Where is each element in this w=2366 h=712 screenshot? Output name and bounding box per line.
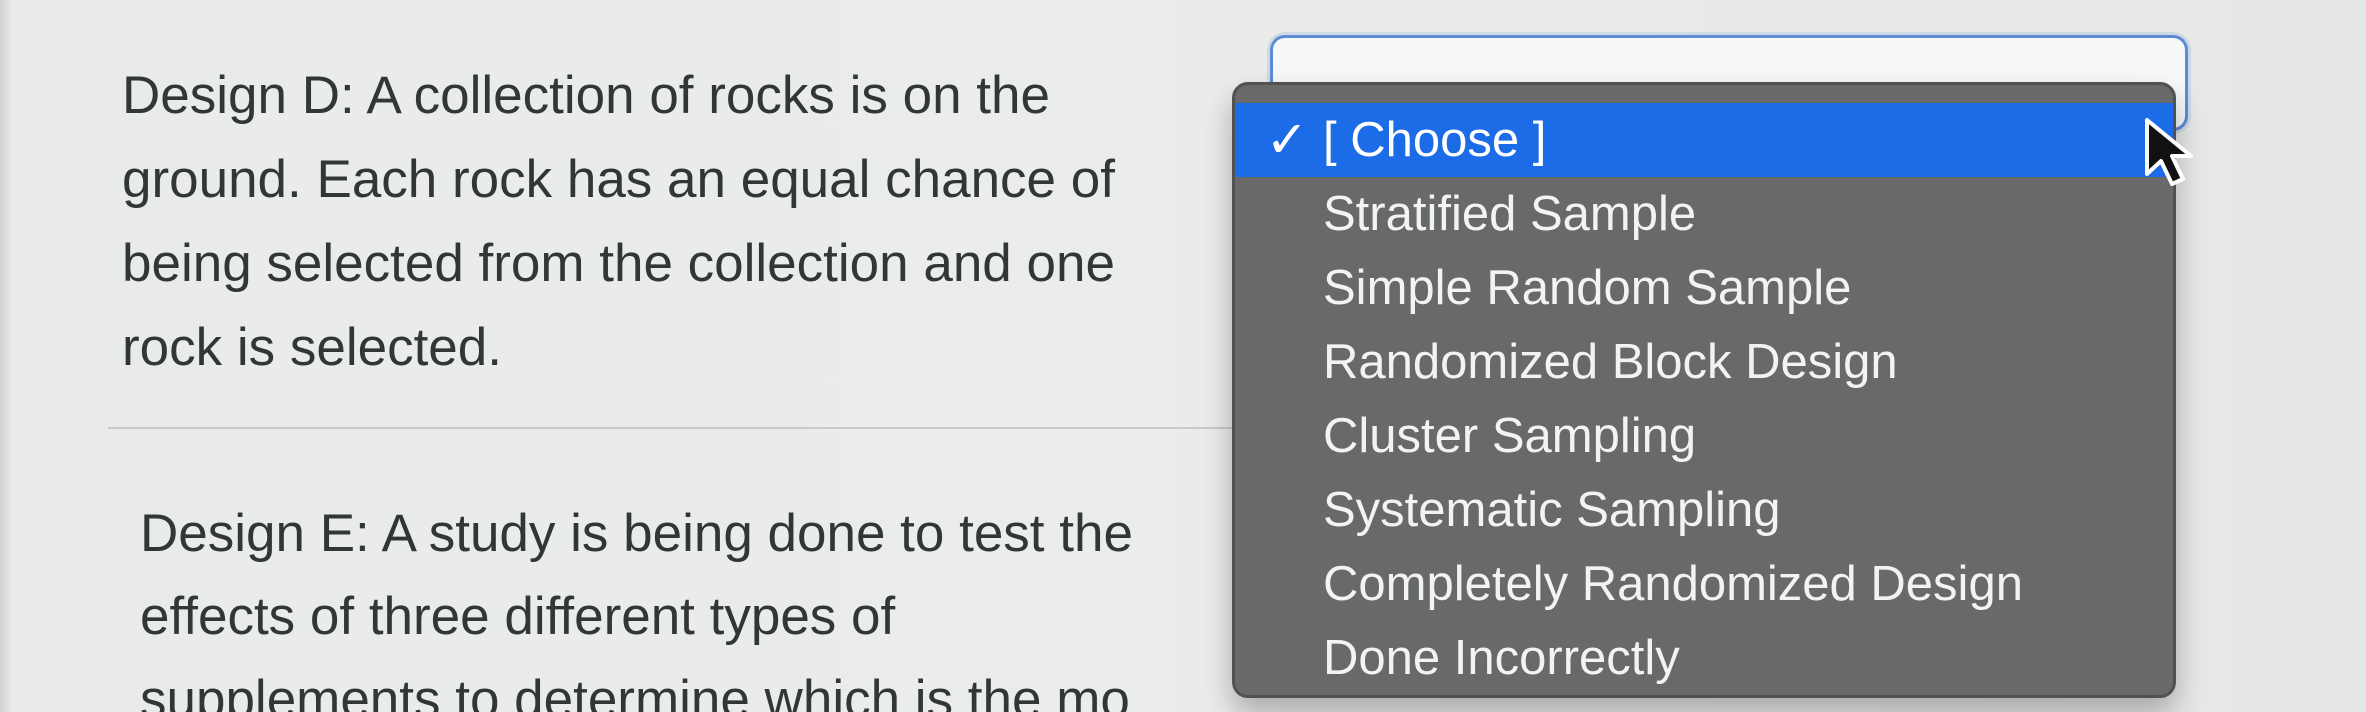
dropdown-option-label: Completely Randomized Design	[1323, 557, 2023, 611]
dropdown-option-completely-randomized-design[interactable]: Completely Randomized Design	[1235, 547, 2173, 621]
dropdown-option-stratified-sample[interactable]: Stratified Sample	[1235, 177, 2173, 251]
dropdown-option-choose[interactable]: ✓ [ Choose ]	[1235, 103, 2173, 177]
dropdown-option-label: [ Choose ]	[1323, 113, 1547, 167]
design-e-text-line-3: supplements to determine which is the mo	[140, 670, 1130, 712]
dropdown-option-label: Randomized Block Design	[1323, 335, 1898, 389]
dropdown-option-label: Simple Random Sample	[1323, 261, 1852, 315]
dropdown-option-label: Systematic Sampling	[1323, 483, 1781, 537]
dropdown-option-systematic-sampling[interactable]: Systematic Sampling	[1235, 473, 2173, 547]
question-divider	[108, 427, 1328, 429]
design-d-text-line-4: rock is selected.	[122, 318, 502, 377]
design-e-text-line-2: effects of three different types of	[140, 587, 896, 646]
screen: Design D: A collection of rocks is on th…	[0, 0, 2366, 712]
dropdown-option-label: Done Incorrectly	[1323, 631, 1680, 685]
dropdown-option-simple-random-sample[interactable]: Simple Random Sample	[1235, 251, 2173, 325]
design-d-text-line-2: ground. Each rock has an equal chance of	[122, 150, 1115, 209]
dropdown-option-done-incorrectly[interactable]: Done Incorrectly	[1235, 621, 2173, 695]
design-d-text-line-3: being selected from the collection and o…	[122, 234, 1115, 293]
checkmark-icon: ✓	[1265, 111, 1309, 168]
dropdown-option-cluster-sampling[interactable]: Cluster Sampling	[1235, 399, 2173, 473]
dropdown-option-randomized-block-design[interactable]: Randomized Block Design	[1235, 325, 2173, 399]
design-d-text-line-1: Design D: A collection of rocks is on th…	[122, 66, 1050, 125]
design-e-text-line-1: Design E: A study is being done to test …	[140, 504, 1133, 563]
mouse-pointer-icon	[2145, 118, 2193, 186]
answer-dropdown-menu[interactable]: ✓ [ Choose ] Stratified Sample Simple Ra…	[1232, 82, 2176, 698]
dropdown-option-label: Stratified Sample	[1323, 187, 1697, 241]
dropdown-option-label: Cluster Sampling	[1323, 409, 1697, 463]
